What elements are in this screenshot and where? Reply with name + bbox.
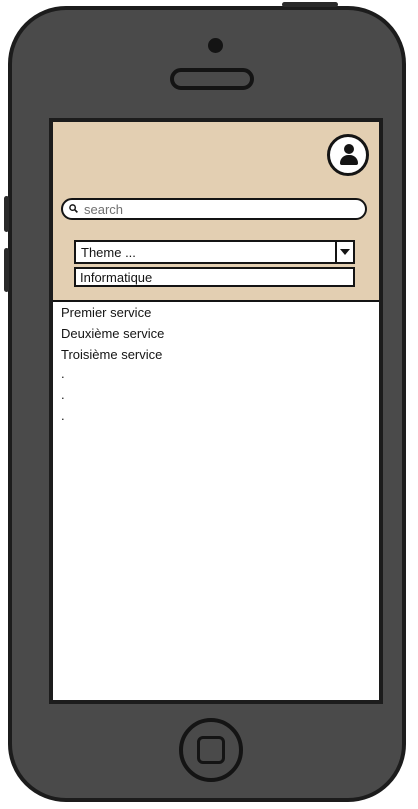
screen: search Theme ... Informatique Premier se… bbox=[49, 118, 383, 704]
phone-frame: search Theme ... Informatique Premier se… bbox=[4, 2, 406, 802]
search-icon bbox=[69, 204, 78, 213]
theme-select[interactable]: Theme ... bbox=[74, 240, 355, 264]
power-button bbox=[282, 2, 338, 7]
avatar-head bbox=[344, 144, 354, 154]
list-item: . bbox=[61, 387, 65, 402]
avatar-body bbox=[340, 155, 358, 165]
home-square-icon bbox=[197, 736, 225, 764]
home-button[interactable] bbox=[179, 718, 243, 782]
search-input[interactable]: search bbox=[61, 198, 367, 220]
theme-select-value: Theme ... bbox=[81, 245, 136, 260]
service-list: Premier service Deuxième service Troisiè… bbox=[53, 300, 379, 700]
search-placeholder: search bbox=[84, 202, 124, 217]
chevron-down-icon[interactable] bbox=[335, 242, 353, 262]
header: search Theme ... Informatique bbox=[53, 122, 379, 300]
list-item: . bbox=[61, 366, 65, 381]
theme-option-label: Informatique bbox=[80, 270, 153, 285]
volume-button bbox=[4, 248, 9, 292]
list-item[interactable]: Deuxième service bbox=[61, 326, 164, 341]
theme-option[interactable]: Informatique bbox=[74, 267, 355, 287]
speaker bbox=[170, 68, 254, 90]
list-item[interactable]: Troisième service bbox=[61, 347, 162, 362]
camera bbox=[208, 38, 223, 53]
user-avatar-icon[interactable] bbox=[327, 134, 369, 176]
list-item: . bbox=[61, 408, 65, 423]
volume-button bbox=[4, 196, 9, 232]
list-item[interactable]: Premier service bbox=[61, 305, 151, 320]
